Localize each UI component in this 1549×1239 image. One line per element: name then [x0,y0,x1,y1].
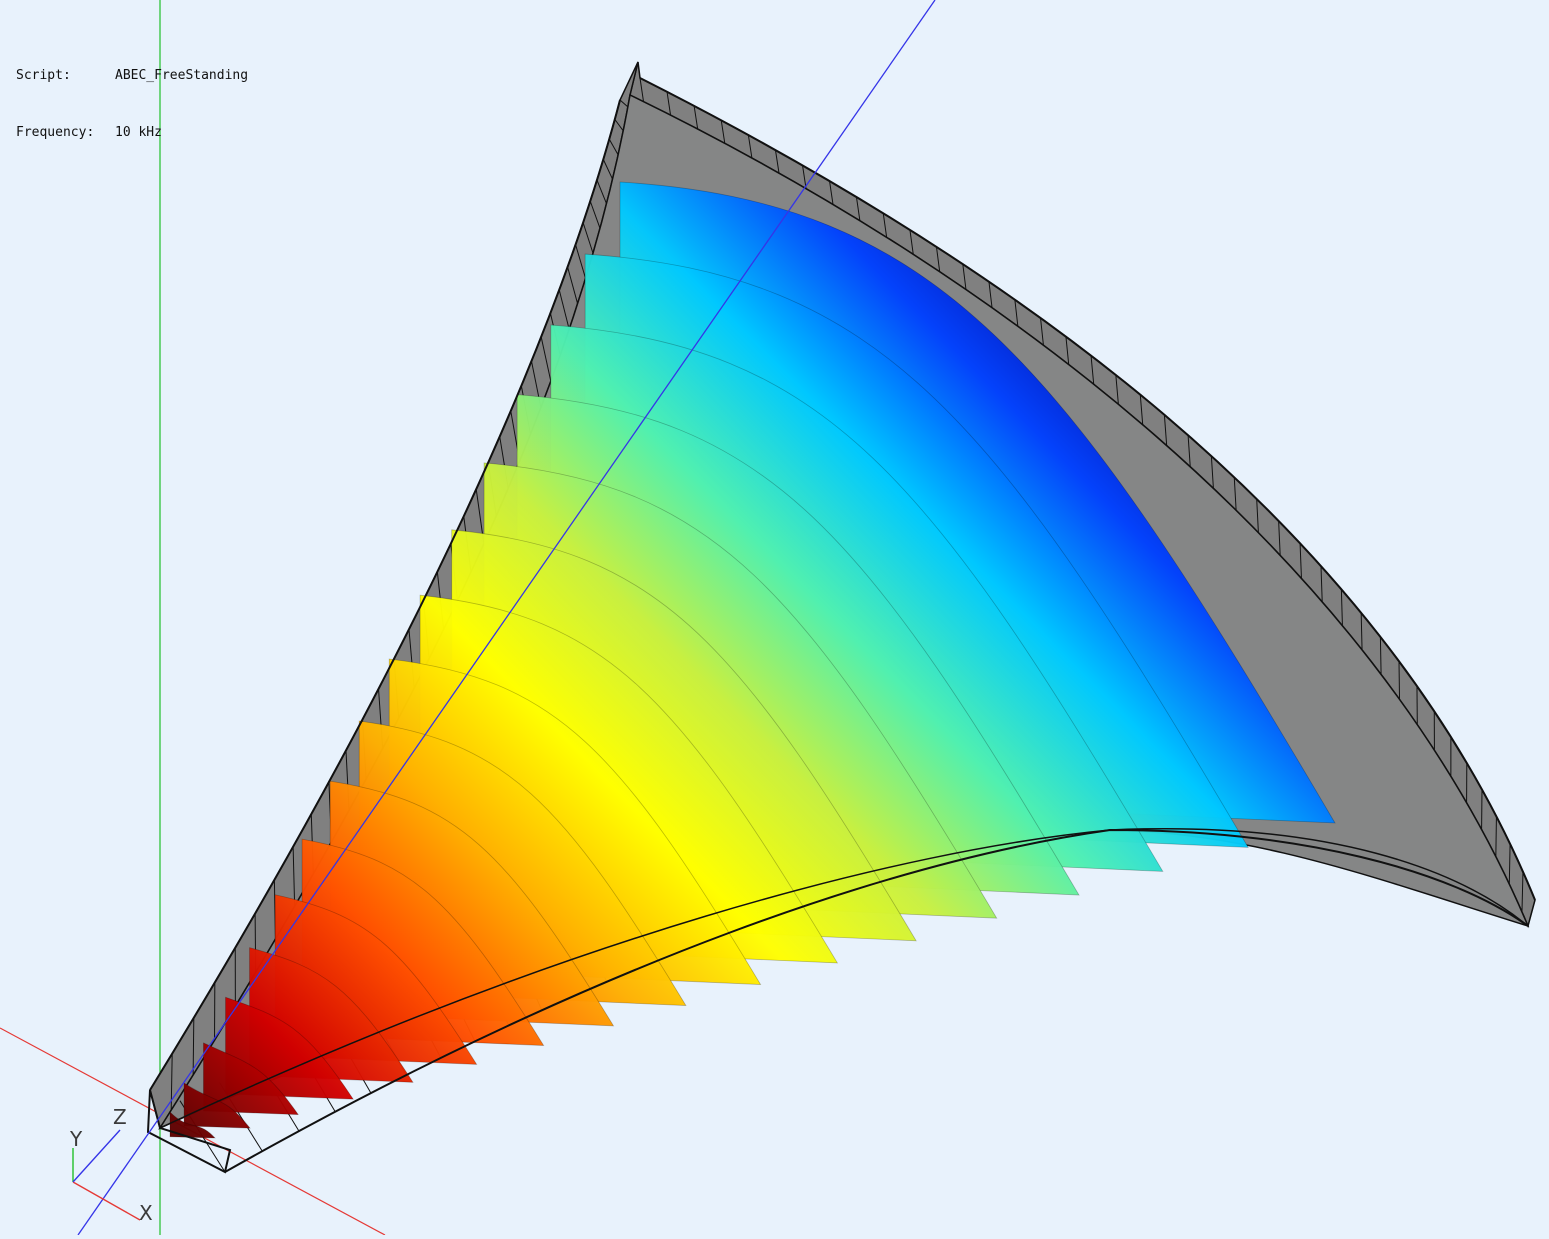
triad-x-label: X [139,1201,153,1225]
frequency-value: 10 kHz [115,125,162,140]
script-value: ABEC_FreeStanding [115,68,248,83]
pressure-field-slices [170,182,1335,1138]
top-wall-mesh-edge [1496,817,1497,857]
top-wall-mesh-edge [1380,637,1381,675]
simulation-info-overlay: Script:ABEC_FreeStanding Frequency:10 kH… [16,28,248,180]
triad-y-label: Y [69,1127,83,1151]
top-wall-mesh-edge [1399,661,1400,699]
3d-viewport[interactable]: Y Z X Script:ABEC_FreeStanding Frequency… [0,0,1549,1235]
frequency-row: Frequency:10 kHz [16,123,248,142]
horn-mesh-scene[interactable]: Y Z X [0,0,1549,1235]
script-row: Script:ABEC_FreeStanding [16,66,248,85]
axis-triad: Y Z X [69,1105,153,1225]
triad-z-label: Z [113,1105,127,1129]
script-label: Script: [16,66,115,85]
left-wall-mesh-edge [193,1018,194,1075]
frequency-label: Frequency: [16,123,115,142]
